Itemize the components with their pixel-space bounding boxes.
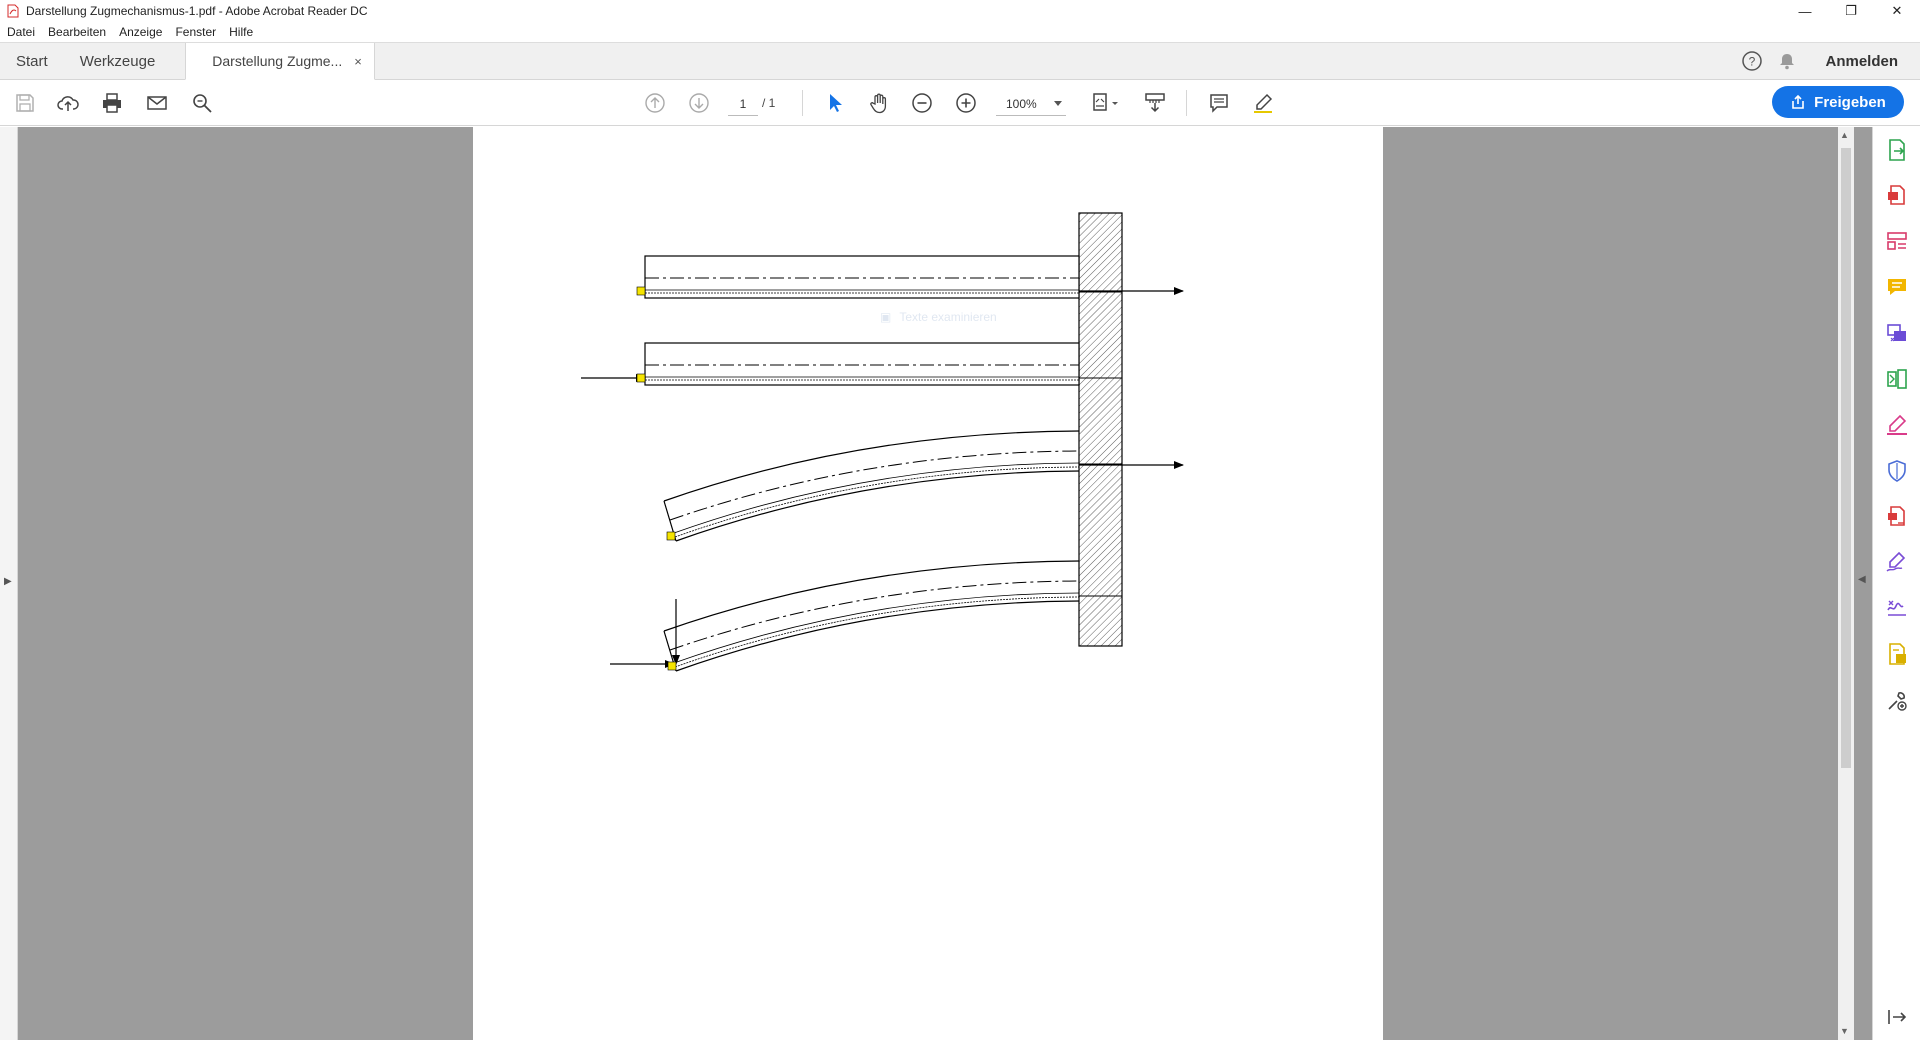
save-icon[interactable] (12, 90, 38, 116)
straight-beam-2 (581, 342, 1080, 386)
page-number-input[interactable] (728, 92, 758, 116)
window-controls: — ❐ ✕ (1782, 0, 1920, 22)
faint-overlay-hint: ▣ Texte examinieren (880, 306, 1030, 328)
minimize-button[interactable]: — (1782, 0, 1828, 22)
acrobat-app-icon (7, 4, 19, 18)
scrollbar-thumb[interactable] (1841, 148, 1851, 768)
faint-overlay-label: Texte examinieren (899, 310, 997, 324)
compress-pdf-icon[interactable] (1884, 503, 1910, 529)
pdf-page[interactable] (473, 127, 1383, 1040)
scroll-up-icon[interactable]: ▲ (1840, 130, 1849, 140)
zoom-out-icon[interactable] (909, 90, 935, 116)
tab-bar: Start Werkzeuge Darstellung Zugme... × ?… (0, 42, 1920, 80)
expand-pane-icon[interactable] (1884, 1004, 1910, 1030)
zoom-in-icon[interactable] (953, 90, 979, 116)
menu-hilfe[interactable]: Hilfe (229, 25, 253, 39)
email-icon[interactable] (144, 90, 170, 116)
close-window-button[interactable]: ✕ (1874, 0, 1920, 22)
menu-bearbeiten[interactable]: Bearbeiten (48, 25, 106, 39)
share-button-label: Freigeben (1814, 93, 1886, 111)
hand-tool-icon[interactable] (866, 90, 892, 116)
toolbar-divider (802, 90, 803, 116)
comment-tool-icon[interactable] (1884, 274, 1910, 300)
window-title: Darstellung Zugmechanismus-1.pdf - Adobe… (26, 4, 368, 18)
print-icon[interactable] (99, 90, 125, 116)
svg-text:?: ? (1749, 55, 1756, 69)
page-fit-icon[interactable] (1088, 90, 1124, 116)
search-icon[interactable] (189, 90, 215, 116)
zoom-dropdown[interactable]: 100% (996, 92, 1066, 116)
organize-pages-icon[interactable] (1884, 366, 1910, 392)
restore-button[interactable]: ❐ (1828, 0, 1874, 22)
menu-anzeige[interactable]: Anzeige (119, 25, 162, 39)
previous-page-icon[interactable] (642, 90, 668, 116)
toolbar-divider (1186, 90, 1187, 116)
expand-left-pane-icon[interactable]: ▶ (4, 576, 12, 587)
more-tools-icon[interactable] (1884, 688, 1910, 714)
notifications-bell-icon[interactable] (1777, 51, 1797, 71)
technical-drawing (581, 212, 1184, 672)
highlight-pen-icon[interactable] (1250, 90, 1276, 116)
hatched-wall (1078, 212, 1123, 647)
edit-pdf-icon[interactable] (1884, 228, 1910, 254)
export-pdf-icon[interactable] (1884, 137, 1910, 163)
share-icon (1792, 94, 1804, 109)
help-icon[interactable]: ? (1741, 50, 1763, 72)
tab-start[interactable]: Start (0, 43, 64, 79)
create-pdf-icon[interactable] (1884, 182, 1910, 208)
page-total: / 1 (762, 96, 776, 110)
signin-button[interactable]: Anmelden (1825, 53, 1898, 70)
combine-files-icon[interactable] (1884, 320, 1910, 346)
right-tools-pane (1872, 127, 1920, 1040)
send-for-signature-icon[interactable] (1884, 549, 1910, 575)
protect-icon[interactable] (1884, 458, 1910, 484)
menu-fenster[interactable]: Fenster (175, 25, 216, 39)
next-page-icon[interactable] (686, 90, 712, 116)
tab-close-icon[interactable]: × (354, 54, 362, 69)
menu-bar: Datei Bearbeiten Anzeige Fenster Hilfe (0, 22, 1920, 42)
chevron-down-icon (1054, 100, 1062, 106)
share-button[interactable]: Freigeben (1772, 86, 1904, 118)
measure-icon[interactable] (1884, 641, 1910, 667)
tab-document-label: Darstellung Zugme... (212, 53, 343, 69)
fill-sign-icon[interactable] (1884, 412, 1910, 438)
tab-tools[interactable]: Werkzeuge (64, 43, 172, 79)
certificates-icon[interactable] (1884, 595, 1910, 621)
zoom-value: 100% (1006, 96, 1037, 111)
select-cursor-icon[interactable] (822, 90, 848, 116)
menu-datei[interactable]: Datei (7, 25, 35, 39)
tab-document[interactable]: Darstellung Zugme... × (185, 43, 375, 80)
scroll-down-icon[interactable]: ▼ (1840, 1026, 1849, 1036)
title-bar: Darstellung Zugmechanismus-1.pdf - Adobe… (0, 0, 1920, 22)
text-recognition-icon: ▣ (880, 310, 892, 324)
scroll-mode-icon[interactable] (1142, 90, 1168, 116)
curved-beam-4 (610, 560, 1080, 672)
cloud-upload-icon[interactable] (55, 90, 81, 116)
comment-icon[interactable] (1206, 90, 1232, 116)
collapse-right-pane-icon[interactable]: ◀ (1858, 574, 1866, 585)
account-area: ? Anmelden (1741, 43, 1920, 79)
